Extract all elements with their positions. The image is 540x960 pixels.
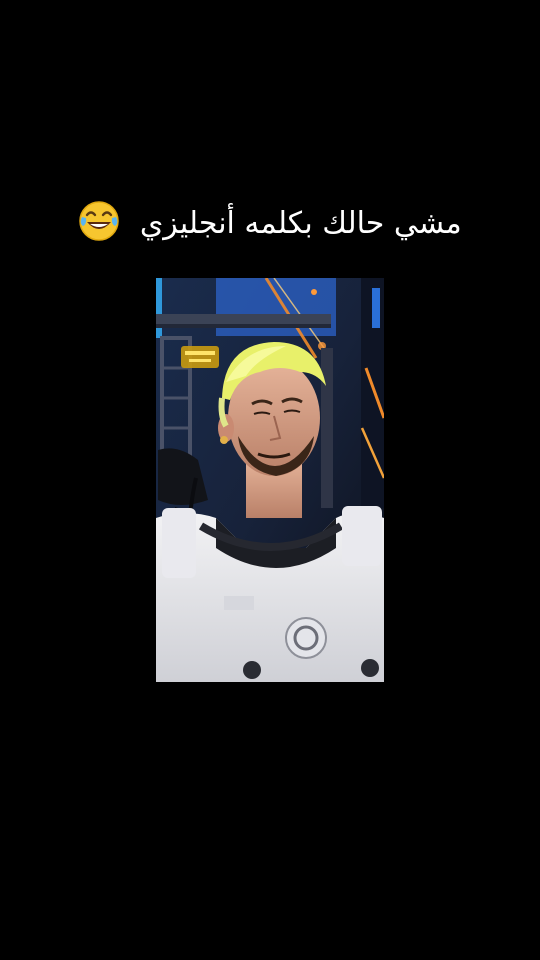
video-frame[interactable] xyxy=(156,278,384,682)
channel-logo xyxy=(181,346,219,368)
video-image xyxy=(156,278,384,682)
caption: مشي حالك بكلمه أنجليزي xyxy=(0,196,540,252)
caption-text: مشي حالك بكلمه أنجليزي xyxy=(139,206,462,241)
face-with-tears-of-joy-icon xyxy=(79,201,120,241)
